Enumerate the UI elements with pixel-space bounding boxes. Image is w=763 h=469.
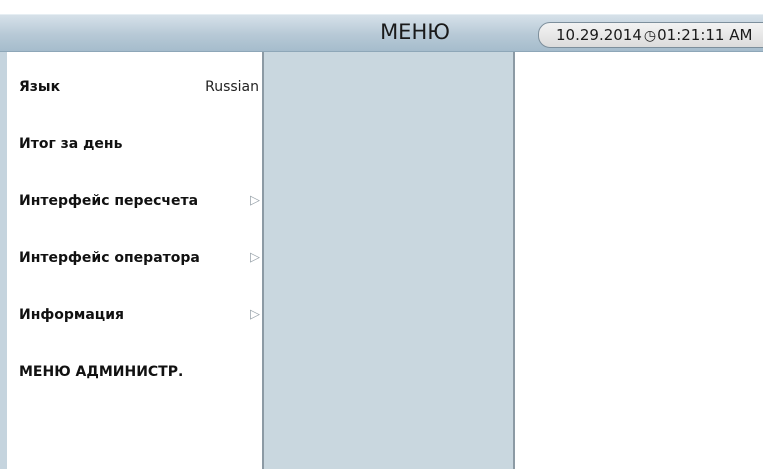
- time-text: 01:21:11 AM: [657, 26, 753, 44]
- detail-panel: [515, 52, 763, 469]
- chevron-right-icon: ▷: [250, 250, 260, 265]
- menu-item-label: Информация: [19, 307, 124, 323]
- clock-icon: ◷: [643, 28, 657, 44]
- date-text: 10.29.2014: [556, 26, 642, 44]
- language-value: Russian: [205, 79, 259, 95]
- menu-item-label: Итог за день: [19, 136, 123, 152]
- menu-panel: Язык Russian Итог за день Интерфейс пере…: [7, 52, 264, 469]
- chevron-right-icon: ▷: [250, 193, 260, 208]
- submenu-panel: [264, 52, 513, 469]
- menu-item-label: Язык: [19, 79, 61, 95]
- menu-item-operator-interface[interactable]: Интерфейс оператора ▷: [19, 244, 264, 272]
- page-title: МЕНЮ: [380, 20, 450, 44]
- menu-item-recount-interface[interactable]: Интерфейс пересчета ▷: [19, 187, 264, 215]
- menu-item-language[interactable]: Язык Russian: [19, 73, 264, 101]
- header-bar: МЕНЮ 10.29.2014 ◷01:21:11 AM: [0, 14, 763, 52]
- menu-item-label: МЕНЮ АДМИНИСТР.: [19, 364, 184, 380]
- menu-item-information[interactable]: Информация ▷: [19, 301, 264, 329]
- menu-item-daily-total[interactable]: Итог за день: [19, 130, 264, 158]
- menu-item-admin-menu[interactable]: МЕНЮ АДМИНИСТР.: [19, 358, 264, 386]
- datetime-display: 10.29.2014 ◷01:21:11 AM: [538, 22, 763, 48]
- menu-item-label: Интерфейс пересчета: [19, 193, 199, 209]
- chevron-right-icon: ▷: [250, 307, 260, 322]
- menu-item-label: Интерфейс оператора: [19, 250, 200, 266]
- left-edge-strip: [0, 52, 7, 469]
